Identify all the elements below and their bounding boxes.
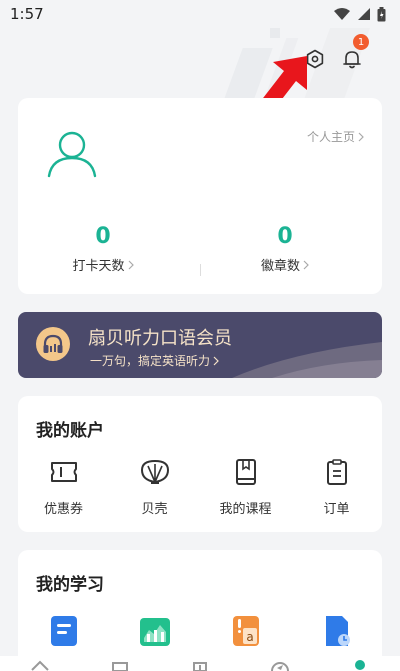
study-item-notes[interactable] [18,614,109,648]
chevron-right-icon [128,260,134,269]
stat-checkin-label-row: 打卡天数 [53,255,153,274]
practice-icon [193,662,207,671]
nav-courses[interactable] [100,656,140,671]
nav-me[interactable] [340,656,380,671]
chevron-right-icon [213,356,219,365]
profile-home-label: 个人主页 [306,130,355,144]
home-icon [31,660,49,671]
status-bar: 1:57 [0,0,400,28]
notification-badge: 1 [353,34,369,50]
stat-checkin-value: 0 [95,224,111,249]
svg-text:a: a [246,630,253,644]
account-section-title: 我的账户 [36,421,104,441]
signal-icon [358,8,370,20]
stat-badges-value: 0 [277,224,293,249]
account-item-shell[interactable]: 贝壳 [109,456,200,517]
account-grid: 优惠券 贝壳 我的课程 订单 [18,456,382,517]
coupon-icon [48,456,80,488]
wifi-icon [334,8,350,20]
stat-checkin-label: 打卡天数 [72,259,125,274]
account-item-label: 优惠券 [43,502,83,517]
nav-home[interactable] [20,656,60,671]
vocab-icon: a [232,616,259,646]
vip-subtitle: 一万句，搞定英语听力 [90,354,211,368]
stat-badges-label: 徽章数 [260,259,300,274]
stats-icon [139,618,170,646]
stat-checkin-days[interactable]: 0 打卡天数 [53,224,153,274]
bell-icon [343,51,361,69]
study-item-vocab[interactable]: a [200,614,291,648]
account-item-label: 订单 [323,502,350,517]
stats-divider [200,264,201,276]
account-item-label: 贝壳 [141,502,168,517]
study-section-title: 我的学习 [36,575,104,595]
status-time: 1:57 [10,5,44,23]
profile-home-link[interactable]: 个人主页 [307,128,364,145]
study-grid: a [18,614,382,648]
account-item-coupon[interactable]: 优惠券 [18,456,109,517]
chevron-right-icon [358,132,364,141]
active-dot-icon [355,660,365,670]
stat-badges-label-row: 徽章数 [235,255,335,274]
order-icon [321,456,353,488]
headphones-icon [43,334,63,353]
compass-icon [271,662,289,671]
study-item-file[interactable] [291,614,382,648]
vip-title: 扇贝听力口语会员 [88,328,232,349]
status-icons [333,6,386,22]
vip-membership-banner[interactable]: 扇贝听力口语会员 一万句，搞定英语听力 [18,312,382,378]
bottom-navigation [0,656,400,671]
notes-icon [50,616,77,646]
vip-wave-decoration [232,342,382,378]
stat-badges[interactable]: 0 徽章数 [235,224,335,274]
account-item-orders[interactable]: 订单 [291,456,382,517]
vip-subtitle-row: 一万句，搞定英语听力 [90,352,219,369]
notification-button[interactable]: 1 [337,34,369,74]
account-item-courses[interactable]: 我的课程 [200,456,291,517]
account-card: 我的账户 优惠券 贝壳 我的课程 订单 [18,396,382,532]
shell-icon [139,456,171,488]
nav-discover[interactable] [260,656,300,671]
profile-card: 个人主页 0 打卡天数 0 徽章数 [18,98,382,294]
battery-icon [377,6,386,21]
nav-practice[interactable] [180,656,220,671]
account-item-label: 我的课程 [219,502,272,517]
book-icon [230,456,262,488]
chevron-right-icon [303,260,309,269]
vip-logo [36,327,70,361]
avatar-icon[interactable] [46,128,98,178]
file-icon [325,616,350,646]
book-icon [112,662,128,671]
study-card: 我的学习 a [18,550,382,671]
study-item-stats[interactable] [109,614,200,648]
